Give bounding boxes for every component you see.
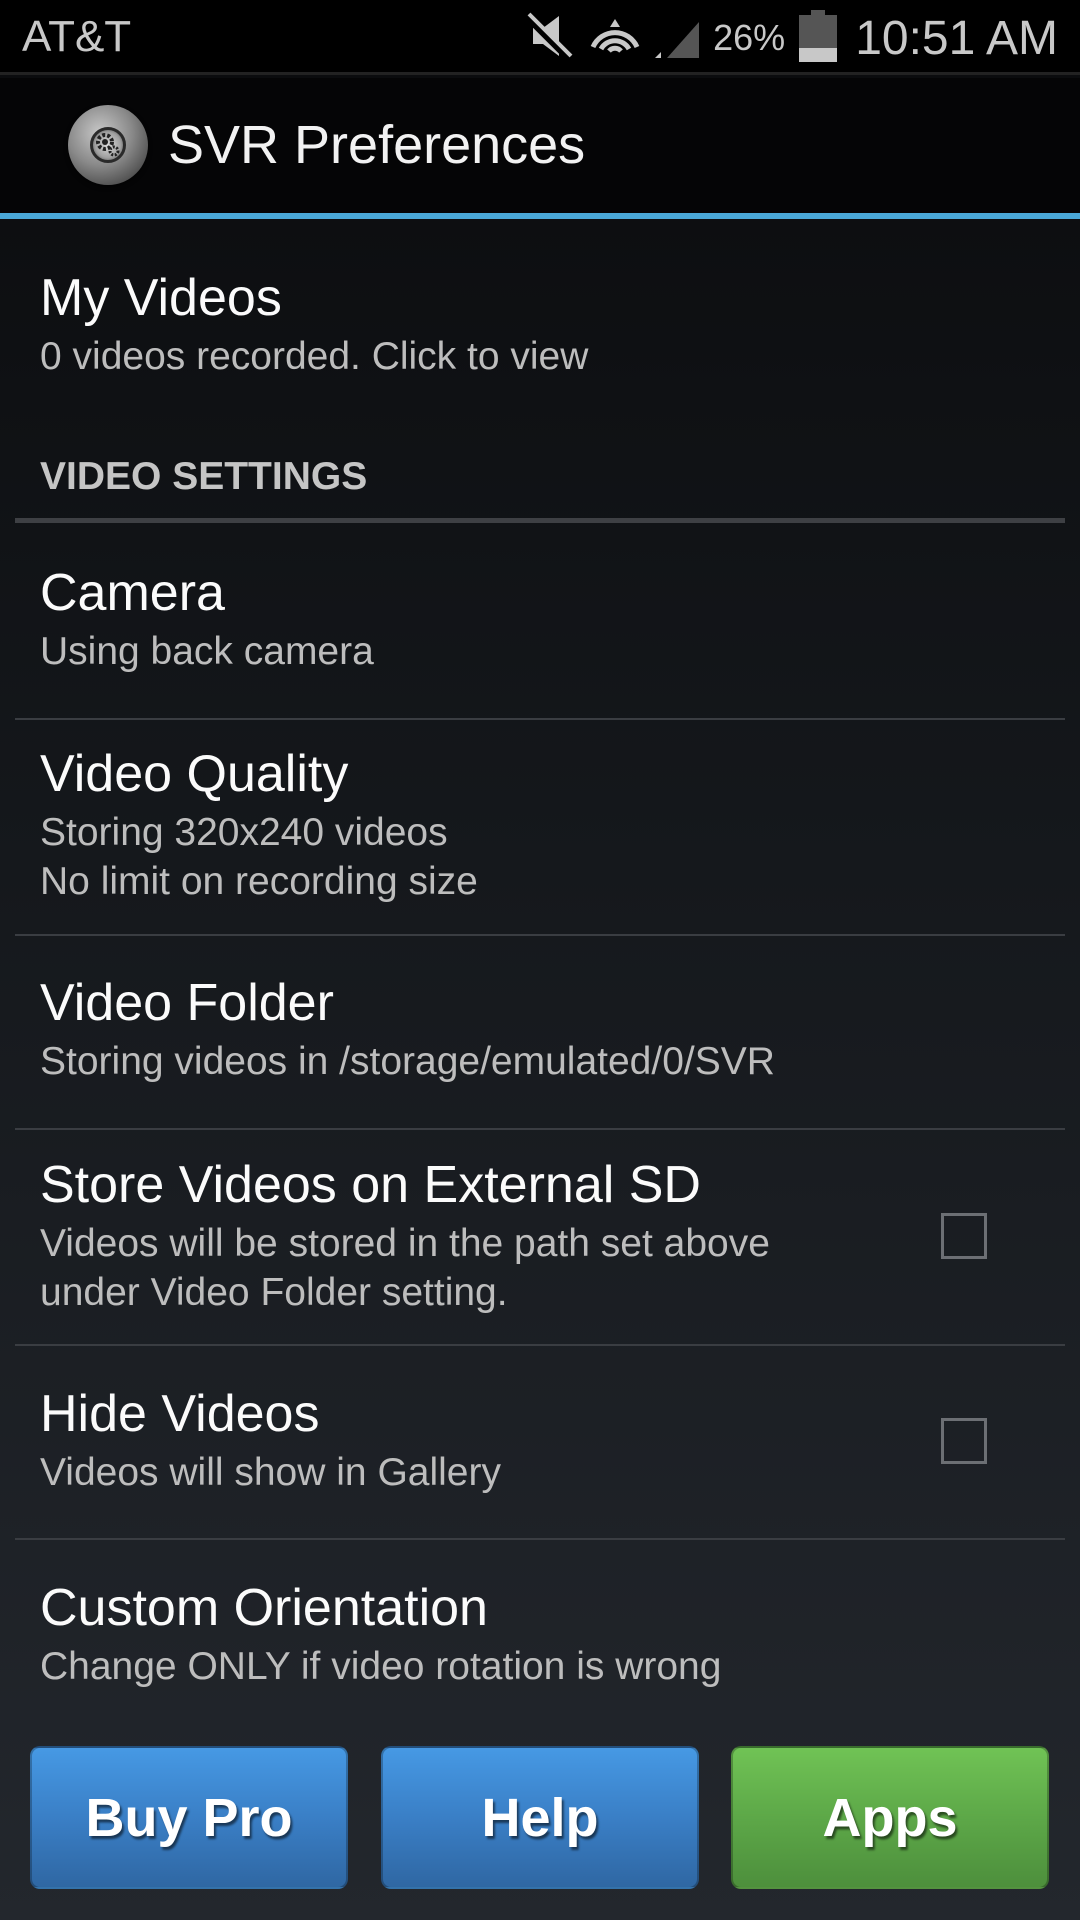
pref-title: Video Folder [40, 974, 334, 1032]
help-label: Help [481, 1787, 599, 1848]
pref-summary: Change ONLY if video rotation is wrong [40, 1645, 722, 1688]
pref-title: Custom Orientation [40, 1579, 488, 1637]
pref-title: Camera [40, 564, 225, 622]
pref-title: Hide Videos [40, 1385, 320, 1443]
status-icons: 26% 10:51 AM [523, 8, 1058, 68]
help-button[interactable]: Help [381, 1746, 699, 1889]
action-bar-accent-line [0, 213, 1080, 219]
pref-hide-videos[interactable]: Hide Videos Videos will show in Gallery [0, 1384, 1080, 1534]
action-bar: SVR Preferences [0, 78, 1080, 213]
external-sd-checkbox[interactable] [941, 1213, 987, 1259]
pref-summary-line1: Storing 320x240 videos [40, 811, 448, 854]
pref-title: Store Videos on External SD [40, 1156, 701, 1214]
category-video-settings: VIDEO SETTINGS [40, 455, 368, 498]
pref-video-quality[interactable]: Video Quality Storing 320x240 videos No … [0, 744, 1080, 906]
pref-video-folder[interactable]: Video Folder Storing videos in /storage/… [0, 973, 1080, 1086]
apps-label: Apps [822, 1787, 958, 1848]
battery-icon [799, 9, 838, 67]
app-gear-lens-icon[interactable] [68, 105, 148, 185]
hide-videos-checkbox[interactable] [941, 1418, 987, 1464]
divider [15, 1538, 1065, 1540]
buy-pro-button[interactable]: Buy Pro [30, 1746, 348, 1889]
pref-camera[interactable]: Camera Using back camera [0, 563, 1080, 676]
mute-icon [523, 12, 575, 65]
divider [15, 934, 1065, 936]
divider [15, 718, 1065, 720]
pref-summary: Videos will show in Gallery [40, 1451, 501, 1494]
pref-my-videos[interactable]: My Videos 0 videos recorded. Click to vi… [0, 268, 1080, 381]
pref-summary-line2: No limit on recording size [40, 860, 478, 903]
pref-summary: Storing videos in /storage/emulated/0/SV… [40, 1040, 775, 1083]
pref-summary-line1: Videos will be stored in the path set ab… [40, 1222, 770, 1265]
pref-summary-line2: under Video Folder setting. [40, 1271, 508, 1314]
pref-title: My Videos [40, 269, 282, 327]
pref-external-sd[interactable]: Store Videos on External SD Videos will … [0, 1155, 1080, 1345]
battery-percent: 26% [713, 17, 786, 58]
clock: 10:51 AM [855, 11, 1058, 65]
pref-summary: Using back camera [40, 630, 374, 673]
pref-custom-orientation[interactable]: Custom Orientation Change ONLY if video … [0, 1578, 1080, 1691]
category-divider [15, 518, 1065, 523]
apps-button[interactable]: Apps [731, 1746, 1049, 1889]
divider [15, 1344, 1065, 1346]
carrier-label: AT&T [22, 12, 132, 61]
pref-summary: 0 videos recorded. Click to view [40, 335, 589, 378]
wifi-hotspot-icon [589, 13, 641, 64]
buy-pro-label: Buy Pro [85, 1787, 293, 1848]
divider [15, 1128, 1065, 1130]
pref-title: Video Quality [40, 745, 349, 803]
status-bar: AT&T 26% 10:51 AM [0, 0, 1080, 75]
signal-icon [655, 12, 700, 65]
page-title: SVR Preferences [168, 115, 586, 175]
